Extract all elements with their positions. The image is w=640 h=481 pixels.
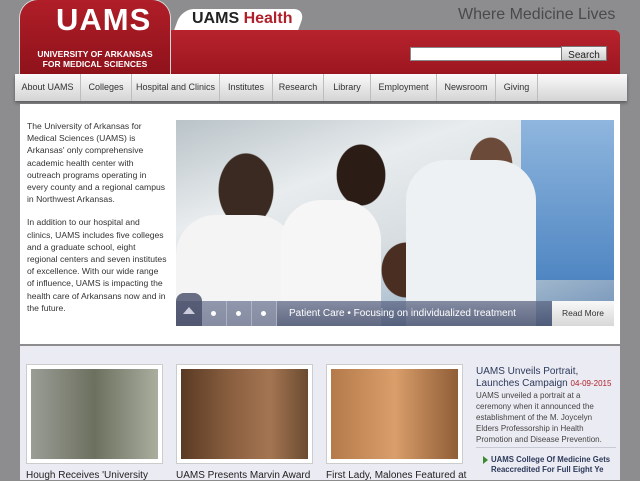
read-more-button[interactable]: Read More xyxy=(552,301,614,326)
hero-caption: Patient Care • Focusing on individualize… xyxy=(289,308,516,319)
nav-item-colleges[interactable]: Colleges xyxy=(81,74,132,101)
tagline: Where Medicine Lives xyxy=(458,6,616,23)
news-photo-1 xyxy=(31,369,158,459)
slider-dot-1[interactable] xyxy=(202,301,227,326)
nav-item-library[interactable]: Library xyxy=(324,74,371,101)
nav-item-research[interactable]: Research xyxy=(273,74,324,101)
nav-item-about-uams[interactable]: About UAMS xyxy=(15,74,81,101)
feature-divider xyxy=(476,447,616,448)
feature-news-link[interactable]: UAMS College Of Medicine Gets Reaccredit… xyxy=(491,455,616,475)
nav-item-newsroom[interactable]: Newsroom xyxy=(437,74,496,101)
health-suffix: Health xyxy=(243,10,293,27)
feature-headline[interactable]: UAMS Unveils Portrait, Launches Campaign… xyxy=(476,366,616,390)
logo-text: UAMS xyxy=(56,2,152,37)
news-photo-3 xyxy=(331,369,458,459)
health-prefix: UAMS xyxy=(192,10,244,27)
main-nav: About UAMS Colleges Hospital and Clinics… xyxy=(15,74,627,101)
search-button[interactable]: Search xyxy=(561,46,607,61)
arrow-right-icon xyxy=(483,456,488,464)
news-title-1[interactable]: Hough Receives 'University xyxy=(26,470,148,481)
feature-body: UAMS unveiled a portrait at a ceremony w… xyxy=(476,391,602,444)
nav-item-giving[interactable]: Giving xyxy=(496,74,538,101)
feature-date: 04-09-2015 xyxy=(570,379,612,388)
nav-item-employment[interactable]: Employment xyxy=(371,74,437,101)
uams-health-link[interactable]: UAMS Health xyxy=(192,10,292,28)
feature-title-text: UAMS Unveils Portrait, Launches Campaign xyxy=(476,366,579,389)
hero-image[interactable] xyxy=(176,120,614,326)
news-thumbnail-3[interactable] xyxy=(326,364,463,464)
slider-dot-2[interactable] xyxy=(227,301,252,326)
logo-subtitle-line2: FOR MEDICAL SCIENCES xyxy=(42,59,148,69)
nav-item-hospital-and-clinics[interactable]: Hospital and Clinics xyxy=(132,74,220,101)
news-photo-2 xyxy=(181,369,308,459)
news-thumbnail-2[interactable] xyxy=(176,364,313,464)
search-input[interactable] xyxy=(410,47,564,61)
nav-item-institutes[interactable]: Institutes xyxy=(220,74,273,101)
logo-subtitle-line1: UNIVERSITY OF ARKANSAS xyxy=(37,49,153,59)
slider-dot-3[interactable] xyxy=(252,301,277,326)
intro-text: The University of Arkansas for Medical S… xyxy=(27,120,167,325)
intro-paragraph-2: In addition to our hospital and clinics,… xyxy=(27,217,167,313)
news-thumbnail-1[interactable] xyxy=(26,364,163,464)
news-title-2[interactable]: UAMS Presents Marvin Award xyxy=(176,470,310,481)
news-title-3[interactable]: First Lady, Malones Featured at xyxy=(326,470,466,481)
intro-paragraph-1: The University of Arkansas for Medical S… xyxy=(27,121,166,205)
slider-up-arrow-icon[interactable] xyxy=(176,293,202,326)
